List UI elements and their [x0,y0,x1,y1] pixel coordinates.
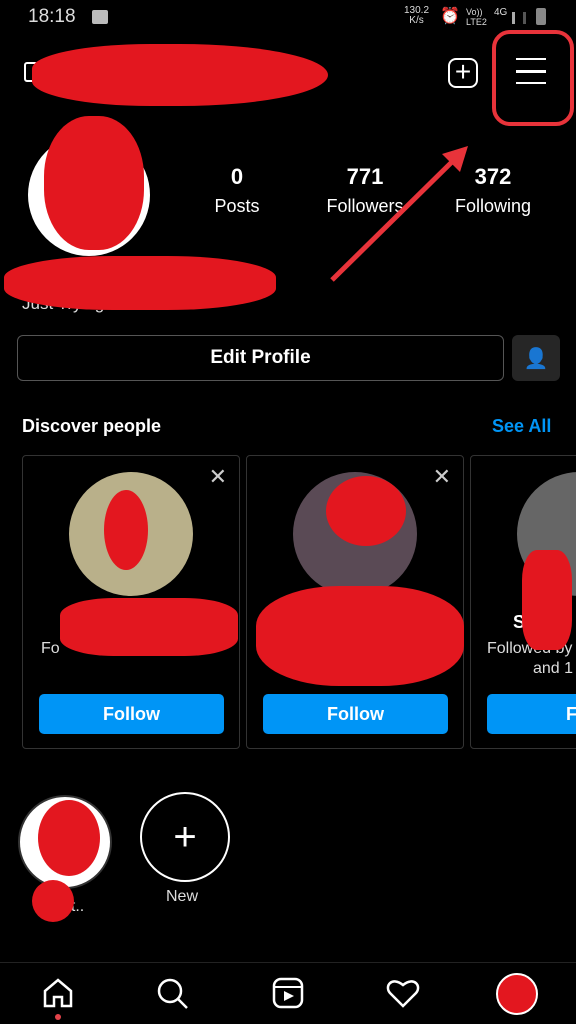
new-highlight-label: New [166,888,199,905]
redaction [256,586,464,686]
notification-dot [55,1014,61,1020]
new-highlight-button[interactable]: + [140,792,230,882]
network-type: 4G [494,7,508,18]
follow-button[interactable]: Fol [487,694,576,734]
follow-button[interactable]: Follow [39,694,224,734]
speed-unit: K/s [409,15,424,26]
speed-indicator: 130.2 K/s [404,6,429,26]
posts-label: Posts [214,196,260,216]
redaction [38,800,100,876]
menu-icon[interactable] [516,58,546,84]
battery-icon [536,8,546,25]
home-icon[interactable] [42,977,74,1009]
redaction [32,880,74,922]
wifi-icon [92,10,108,24]
see-all-link[interactable]: See All [492,416,551,437]
create-icon[interactable]: + [448,58,478,88]
alarm-icon: ⏰ [440,8,460,25]
posts-count: 0 [230,164,244,189]
redaction [326,476,406,546]
close-icon[interactable]: ✕ [209,464,227,490]
profile-tab-avatar[interactable] [496,973,538,1015]
redaction [522,550,572,650]
reels-icon[interactable] [272,977,304,1009]
name-redaction [4,256,276,310]
redaction [60,598,238,656]
username-redaction [32,44,328,106]
discover-title: Discover people [22,416,162,436]
heart-icon[interactable] [386,977,420,1009]
bottom-nav [0,962,576,1024]
redaction [104,490,148,570]
follow-button[interactable]: Follow [263,694,448,734]
add-person-icon[interactable]: 👤 [512,335,560,381]
close-icon[interactable]: ✕ [433,464,451,490]
suggestion-subtitle: Fo [41,640,60,657]
suggestion-subtitle-2: and 1 [533,660,574,677]
posts-stat[interactable]: 0 Posts [177,164,297,217]
edit-profile-button[interactable]: Edit Profile [17,335,504,381]
avatar-redaction [44,116,144,250]
signal-icon [512,12,526,24]
plus-icon: + [173,814,197,859]
search-icon[interactable] [156,977,190,1011]
annotation-arrow [330,146,468,282]
status-time: 18:18 [28,6,76,27]
network-label: Vo)) LTE2 [466,7,487,27]
